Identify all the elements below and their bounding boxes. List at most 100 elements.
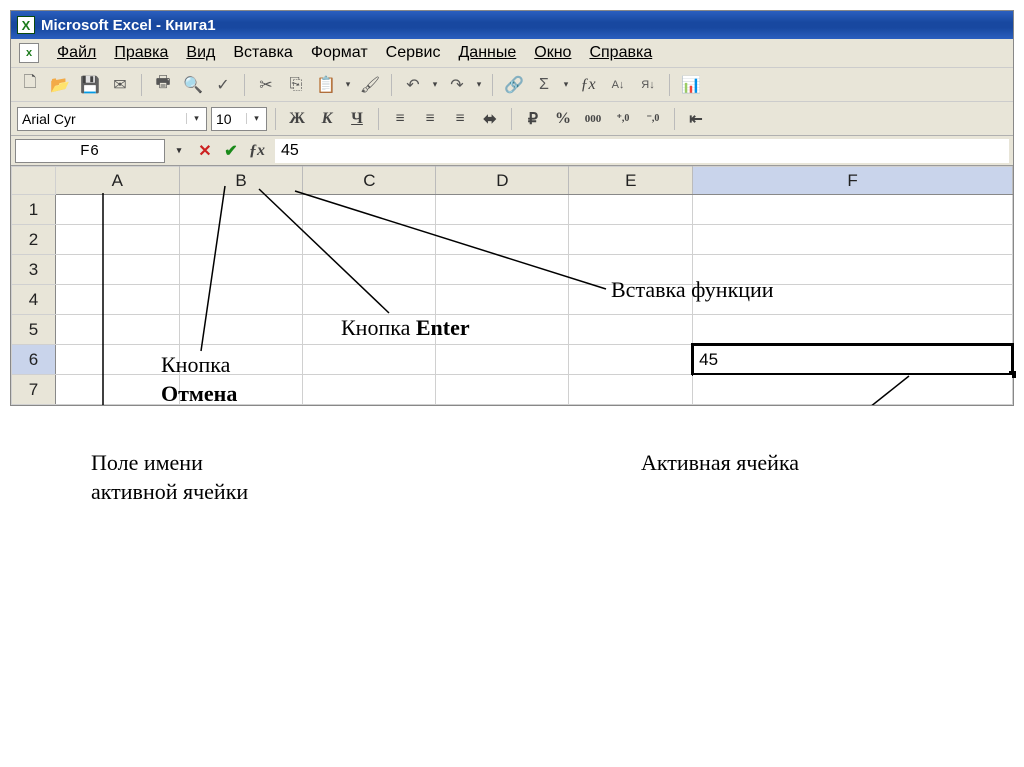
cell[interactable] xyxy=(179,375,303,405)
col-head-f[interactable]: F xyxy=(693,167,1013,195)
underline-button[interactable]: Ч xyxy=(344,106,370,132)
menu-help[interactable]: Справка xyxy=(589,44,652,62)
open-icon[interactable]: 📂 xyxy=(47,72,73,98)
chevron-down-icon[interactable]: ▾ xyxy=(186,113,202,124)
cell[interactable] xyxy=(56,285,180,315)
fx-icon[interactable]: ƒx xyxy=(575,72,601,98)
menu-view[interactable]: Вид xyxy=(186,44,215,62)
insert-function-button[interactable]: ƒx xyxy=(245,139,269,163)
doc-icon[interactable]: x xyxy=(19,43,39,63)
cell[interactable] xyxy=(56,345,180,375)
cell[interactable] xyxy=(436,285,569,315)
spell-icon[interactable]: ✓ xyxy=(210,72,236,98)
menu-insert[interactable]: Вставка xyxy=(233,44,292,62)
cell[interactable] xyxy=(303,315,436,345)
cell[interactable] xyxy=(56,375,180,405)
row-head-2[interactable]: 2 xyxy=(12,225,56,255)
italic-button[interactable]: К xyxy=(314,106,340,132)
cell[interactable] xyxy=(303,225,436,255)
cell[interactable] xyxy=(179,225,303,255)
hyperlink-icon[interactable]: 🔗 xyxy=(501,72,527,98)
row-head-1[interactable]: 1 xyxy=(12,195,56,225)
percent-icon[interactable]: % xyxy=(550,106,576,132)
active-cell[interactable]: 45 xyxy=(693,345,1013,375)
row-head-6[interactable]: 6 xyxy=(12,345,56,375)
cell[interactable] xyxy=(569,225,693,255)
comma-icon[interactable]: 000 xyxy=(580,106,606,132)
cell[interactable] xyxy=(693,255,1013,285)
cell[interactable] xyxy=(56,225,180,255)
col-head-a[interactable]: A xyxy=(56,167,180,195)
col-head-d[interactable]: D xyxy=(436,167,569,195)
name-box-dropdown[interactable]: ▾ xyxy=(167,139,191,163)
col-head-c[interactable]: C xyxy=(303,167,436,195)
cell[interactable] xyxy=(693,315,1013,345)
cell[interactable] xyxy=(436,225,569,255)
cell[interactable] xyxy=(436,345,569,375)
cell[interactable] xyxy=(303,195,436,225)
save-icon[interactable]: 💾 xyxy=(77,72,103,98)
format-painter-icon[interactable]: 🖌 xyxy=(357,72,383,98)
cell[interactable] xyxy=(693,285,1013,315)
row-head-5[interactable]: 5 xyxy=(12,315,56,345)
inc-decimal-icon[interactable]: ⁺,0 xyxy=(610,106,636,132)
cell[interactable] xyxy=(179,255,303,285)
paste-icon[interactable]: 📋 xyxy=(313,72,339,98)
align-right-icon[interactable]: ≡ xyxy=(447,106,473,132)
cell[interactable] xyxy=(693,195,1013,225)
cell[interactable] xyxy=(436,195,569,225)
cell[interactable] xyxy=(569,315,693,345)
new-icon[interactable]: 🗋 xyxy=(17,72,43,98)
merge-center-icon[interactable]: ⬌ xyxy=(477,106,503,132)
preview-icon[interactable]: 🔍 xyxy=(180,72,206,98)
cell[interactable] xyxy=(569,375,693,405)
cell[interactable] xyxy=(436,375,569,405)
autosum-icon[interactable]: Σ xyxy=(531,72,557,98)
col-head-e[interactable]: E xyxy=(569,167,693,195)
menu-tools[interactable]: Сервис xyxy=(386,44,441,62)
col-head-b[interactable]: B xyxy=(179,167,303,195)
name-box[interactable]: F6 xyxy=(15,139,165,163)
cell[interactable] xyxy=(56,195,180,225)
align-left-icon[interactable]: ≡ xyxy=(387,106,413,132)
cell[interactable] xyxy=(569,255,693,285)
chart-icon[interactable]: 📊 xyxy=(678,72,704,98)
cell[interactable] xyxy=(179,315,303,345)
cell[interactable] xyxy=(436,315,569,345)
cell[interactable] xyxy=(179,285,303,315)
cell[interactable] xyxy=(56,315,180,345)
menu-window[interactable]: Окно xyxy=(534,44,571,62)
chevron-down-icon[interactable]: ▾ xyxy=(246,113,262,124)
cell[interactable] xyxy=(303,285,436,315)
cut-icon[interactable]: ✂ xyxy=(253,72,279,98)
cell[interactable] xyxy=(569,285,693,315)
font-name-combo[interactable]: Arial Cyr ▾ xyxy=(17,107,207,131)
menu-data[interactable]: Данные xyxy=(458,44,516,62)
row-head-7[interactable]: 7 xyxy=(12,375,56,405)
cell[interactable] xyxy=(569,195,693,225)
currency-icon[interactable]: ₽ xyxy=(520,106,546,132)
indent-icon[interactable]: ⇤ xyxy=(683,106,709,132)
menu-file[interactable]: Файл xyxy=(57,44,96,62)
cell[interactable] xyxy=(303,345,436,375)
redo-icon[interactable]: ↷ xyxy=(444,72,470,98)
select-all-corner[interactable] xyxy=(12,167,56,195)
cancel-button[interactable]: ✕ xyxy=(193,139,217,163)
sort-asc-icon[interactable]: A↓ xyxy=(605,72,631,98)
sort-desc-icon[interactable]: Я↓ xyxy=(635,72,661,98)
cell[interactable] xyxy=(303,375,436,405)
autosum-dropdown[interactable]: ▾ xyxy=(561,79,571,90)
font-size-combo[interactable]: 10 ▾ xyxy=(211,107,267,131)
undo-icon[interactable]: ↶ xyxy=(400,72,426,98)
dec-decimal-icon[interactable]: ⁻,0 xyxy=(640,106,666,132)
cell[interactable] xyxy=(303,255,436,285)
redo-dropdown[interactable]: ▾ xyxy=(474,79,484,90)
align-center-icon[interactable]: ≡ xyxy=(417,106,443,132)
menu-format[interactable]: Формат xyxy=(311,44,368,62)
cell[interactable] xyxy=(569,345,693,375)
enter-button[interactable]: ✔ xyxy=(219,139,243,163)
mail-icon[interactable]: ✉ xyxy=(107,72,133,98)
copy-icon[interactable]: ⎘ xyxy=(283,72,309,98)
cell[interactable] xyxy=(179,345,303,375)
print-icon[interactable]: 🖶 xyxy=(150,72,176,98)
